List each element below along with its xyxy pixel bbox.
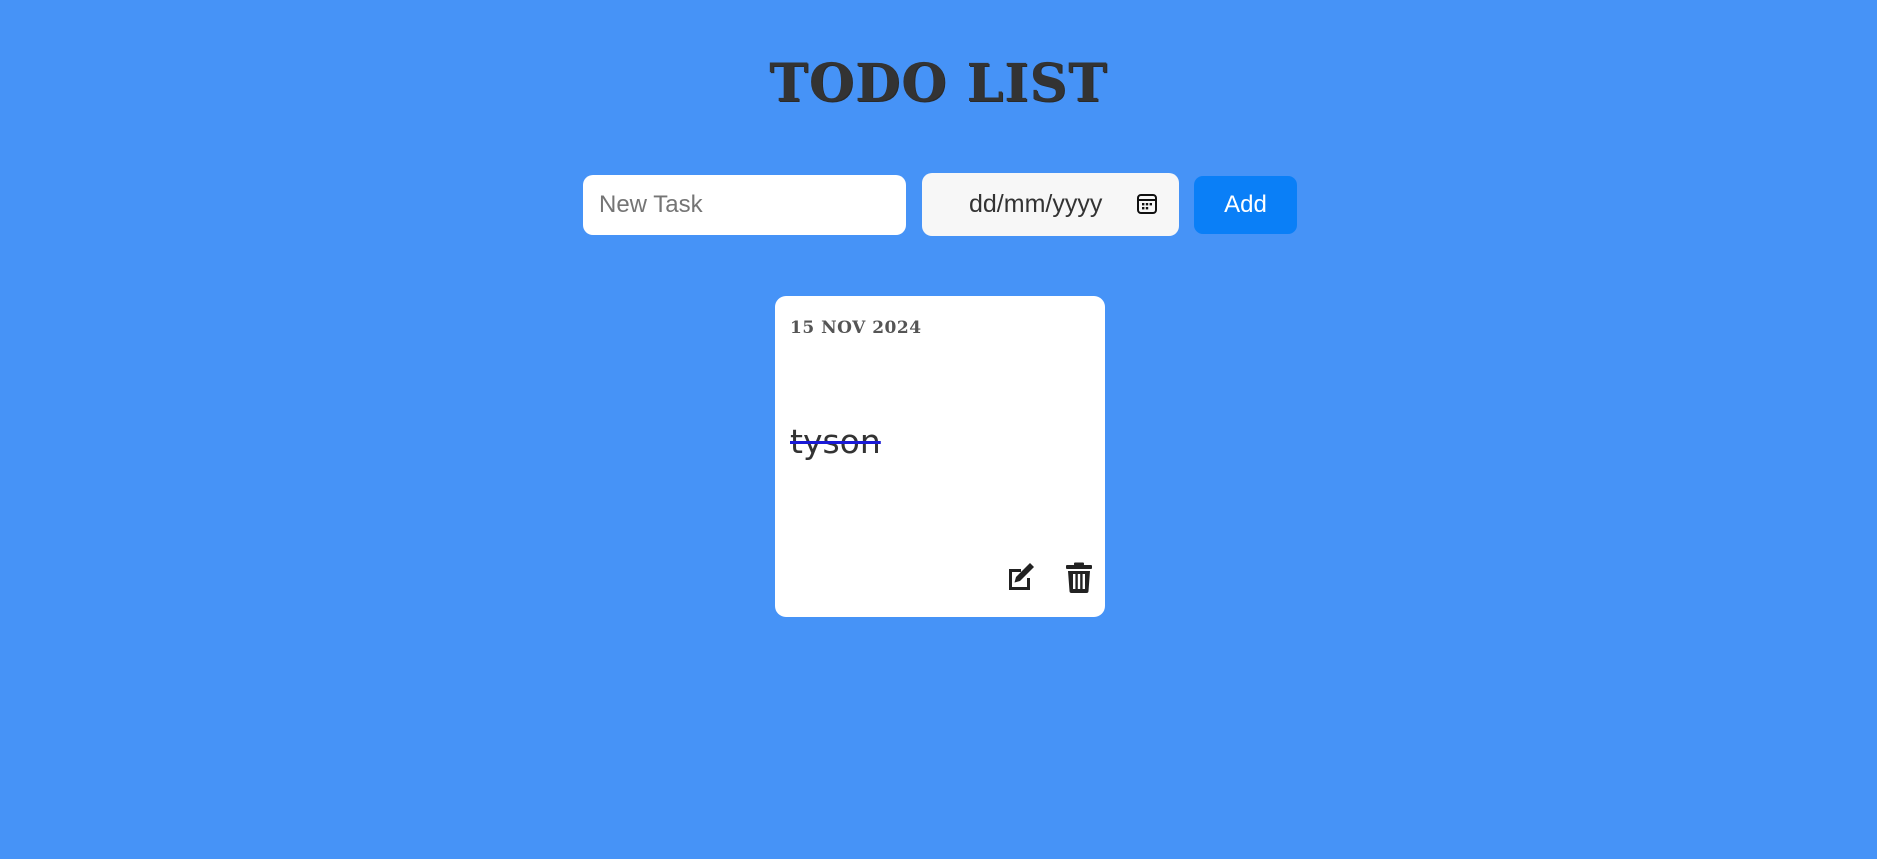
trash-icon[interactable] (1063, 561, 1095, 593)
task-text: tyson (790, 422, 881, 461)
add-task-button[interactable]: Add (1194, 176, 1297, 234)
new-task-input[interactable] (583, 175, 906, 235)
task-card: 15 NOV 2024 tyson (775, 296, 1105, 617)
edit-icon[interactable] (1004, 561, 1036, 593)
calendar-icon[interactable] (1136, 193, 1158, 215)
task-actions (1004, 561, 1095, 593)
due-date-input[interactable]: dd/mm/yyyy (922, 173, 1179, 236)
task-date: 15 NOV 2024 (790, 318, 922, 338)
page-title: TODO LIST (769, 53, 1108, 114)
date-input-value: dd/mm/yyyy (969, 190, 1103, 218)
